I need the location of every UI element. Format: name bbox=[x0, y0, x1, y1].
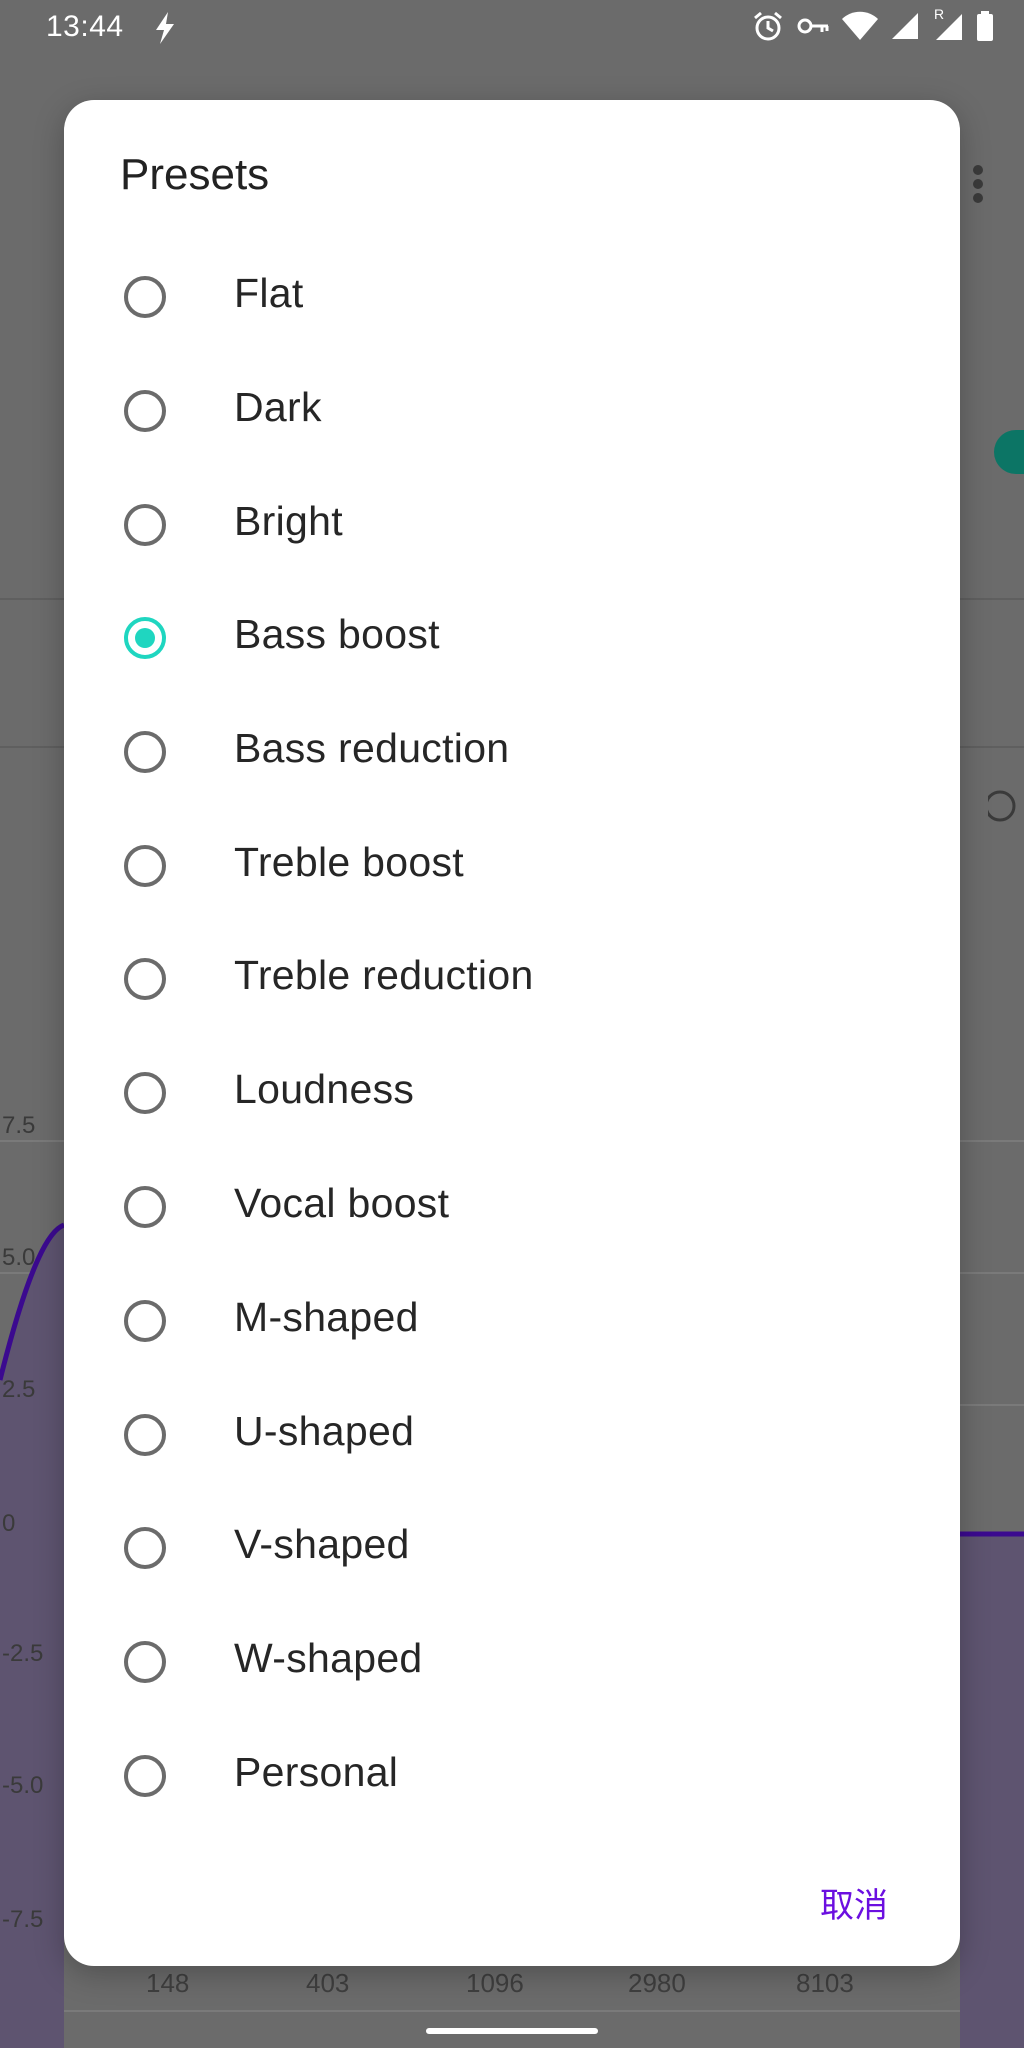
signal-roaming-icon: R bbox=[932, 6, 964, 42]
radio-button-selected[interactable] bbox=[124, 617, 166, 659]
preset-option-vocal-boost[interactable]: Vocal boost bbox=[64, 1150, 960, 1264]
option-label: Bright bbox=[234, 498, 343, 544]
radio-button[interactable] bbox=[124, 731, 166, 773]
radio-button[interactable] bbox=[124, 1641, 166, 1683]
preset-option-bass-boost[interactable]: Bass boost bbox=[64, 581, 960, 695]
radio-button[interactable] bbox=[124, 1300, 166, 1342]
radio-button[interactable] bbox=[124, 1755, 166, 1797]
chart-x-label: 1096 bbox=[466, 1968, 524, 1998]
signal-icon bbox=[890, 11, 920, 41]
option-label: Treble reduction bbox=[234, 952, 534, 998]
radio-button[interactable] bbox=[124, 276, 166, 318]
preset-option-m-shaped[interactable]: M-shaped bbox=[64, 1264, 960, 1378]
option-label: Loudness bbox=[234, 1066, 415, 1112]
presets-dialog: Presets Flat Dark Bright Bass boost Bass… bbox=[64, 100, 960, 1966]
chart-x-label: 403 bbox=[306, 1968, 350, 1998]
preset-option-treble-boost[interactable]: Treble boost bbox=[64, 809, 960, 923]
radio-button[interactable] bbox=[124, 1527, 166, 1569]
alarm-icon bbox=[752, 10, 784, 42]
flash-icon bbox=[152, 12, 178, 49]
radio-button[interactable] bbox=[124, 958, 166, 1000]
battery-icon bbox=[976, 11, 994, 41]
radio-button[interactable] bbox=[124, 504, 166, 546]
preset-option-flat[interactable]: Flat bbox=[64, 240, 960, 354]
option-label: Treble boost bbox=[234, 839, 464, 885]
radio-button[interactable] bbox=[124, 1072, 166, 1114]
radio-button[interactable] bbox=[124, 845, 166, 887]
preset-option-dark[interactable]: Dark bbox=[64, 354, 960, 468]
preset-option-personal[interactable]: Personal bbox=[64, 1719, 960, 1833]
chart-y-label: -7.5 bbox=[2, 1906, 44, 1933]
option-label: Flat bbox=[234, 270, 304, 316]
cancel-button[interactable]: 取消 bbox=[814, 1870, 894, 1935]
option-label: M-shaped bbox=[234, 1294, 419, 1340]
preset-option-v-shaped[interactable]: V-shaped bbox=[64, 1491, 960, 1605]
status-bar: 13:44 R bbox=[0, 0, 1024, 60]
chart-y-label: 2.5 bbox=[2, 1376, 36, 1403]
option-label: V-shaped bbox=[234, 1521, 410, 1567]
preset-option-bass-reduction[interactable]: Bass reduction bbox=[64, 695, 960, 809]
option-label: Dark bbox=[234, 384, 322, 430]
option-label: Bass reduction bbox=[234, 725, 510, 771]
option-label: Vocal boost bbox=[234, 1180, 450, 1226]
wifi-icon bbox=[842, 11, 878, 41]
chart-y-label: -2.5 bbox=[2, 1640, 44, 1667]
chart-x-label: 8103 bbox=[796, 1968, 854, 1998]
radio-button[interactable] bbox=[124, 390, 166, 432]
preset-option-w-shaped[interactable]: W-shaped bbox=[64, 1605, 960, 1719]
roaming-label: R bbox=[934, 6, 945, 22]
option-label: U-shaped bbox=[234, 1408, 415, 1454]
status-time: 13:44 bbox=[46, 10, 124, 43]
option-label: Personal bbox=[234, 1749, 399, 1795]
radio-button[interactable] bbox=[124, 1186, 166, 1228]
chart-y-label: 7.5 bbox=[2, 1112, 36, 1139]
preset-option-u-shaped[interactable]: U-shaped bbox=[64, 1378, 960, 1492]
preset-option-treble-reduction[interactable]: Treble reduction bbox=[64, 922, 960, 1036]
chart-y-label: 0 bbox=[2, 1510, 16, 1537]
home-indicator[interactable] bbox=[426, 2028, 598, 2034]
radio-button[interactable] bbox=[124, 1414, 166, 1456]
dialog-title: Presets bbox=[120, 150, 270, 199]
chart-x-label: 148 bbox=[146, 1968, 190, 1998]
preset-option-bright[interactable]: Bright bbox=[64, 468, 960, 582]
vpn-key-icon bbox=[796, 14, 830, 38]
chart-y-label: 5.0 bbox=[2, 1244, 36, 1271]
chart-y-label: -5.0 bbox=[2, 1772, 44, 1799]
option-label: W-shaped bbox=[234, 1635, 423, 1681]
preset-option-loudness[interactable]: Loudness bbox=[64, 1036, 960, 1150]
option-label: Bass boost bbox=[234, 611, 440, 657]
status-icons: R bbox=[752, 6, 994, 42]
chart-x-label: 2980 bbox=[628, 1968, 686, 1998]
